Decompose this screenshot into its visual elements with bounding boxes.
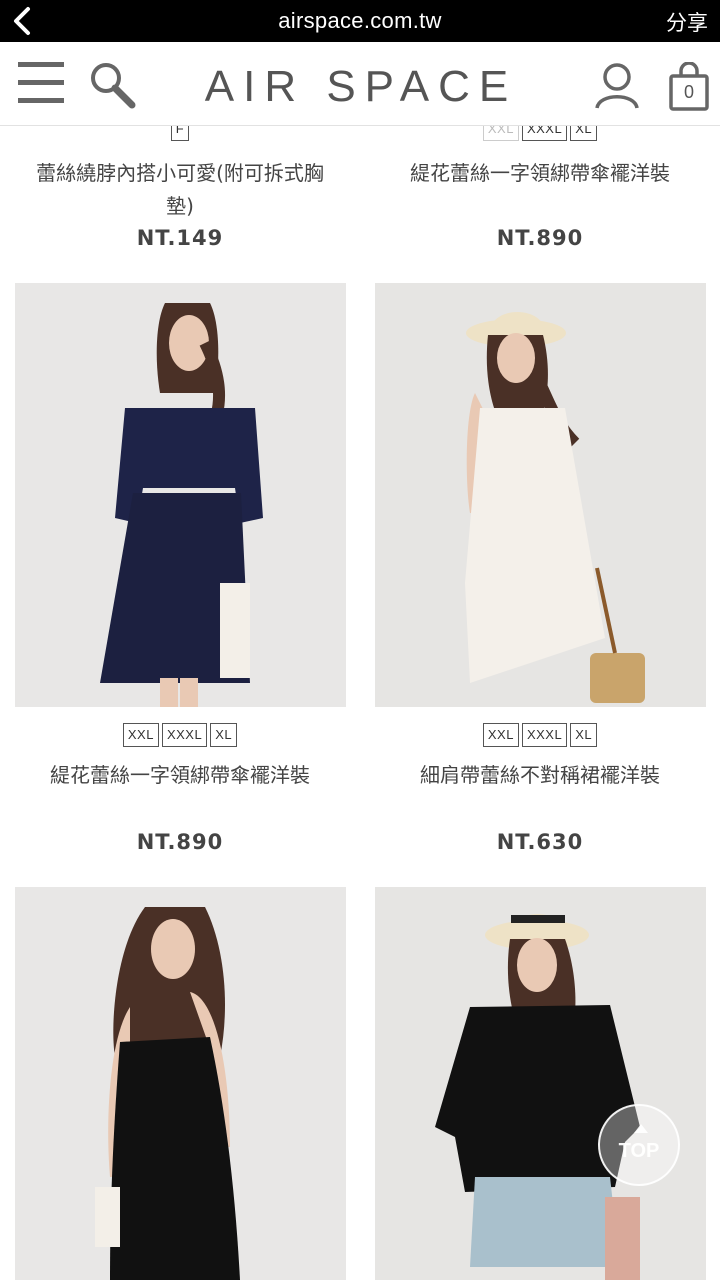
black-top-denim-skirt-photo (375, 887, 706, 1280)
site-logo[interactable]: AIR SPACE (203, 62, 519, 112)
user-icon[interactable] (594, 62, 640, 112)
product-card-info: XXL XXXL XL 細肩帶蕾絲不對稱裙襬洋裝 (375, 723, 705, 792)
size-tag[interactable]: XXL (122, 723, 159, 747)
black-lace-dress-photo (15, 887, 346, 1280)
back-to-top-button[interactable]: TOP (598, 1104, 680, 1186)
product-image[interactable] (375, 887, 706, 1280)
product-price: NT.149 (136, 226, 224, 250)
product-card-info: XXL XXXL XL 緹花蕾絲一字領綁帶傘襬洋裝 (375, 117, 705, 190)
product-price: NT.890 (496, 226, 584, 250)
cart-count-badge: 0 (683, 82, 694, 102)
navy-lace-dress-photo (15, 283, 346, 707)
product-name[interactable]: 細肩帶蕾絲不對稱裙襬洋裝 (375, 759, 705, 792)
up-arrow-icon (634, 1124, 648, 1133)
search-icon[interactable] (88, 60, 138, 110)
product-card-info: F 蕾絲繞脖內搭小可愛(附可拆式胸墊) (15, 117, 345, 223)
size-tags: XXL XXXL XL (15, 723, 345, 749)
white-lace-dress-photo (375, 283, 706, 707)
menu-icon[interactable] (18, 62, 64, 108)
browser-top-bar: airspace.com.tw 分享 (0, 0, 720, 42)
product-name[interactable]: 蕾絲繞脖內搭小可愛(附可拆式胸墊) (15, 157, 345, 223)
size-tag[interactable]: XXXL (521, 723, 568, 747)
size-tag[interactable]: XXXL (161, 723, 208, 747)
url-text[interactable]: airspace.com.tw (0, 8, 720, 34)
size-tag[interactable]: XXL (482, 723, 519, 747)
product-image[interactable] (15, 887, 346, 1280)
back-to-top-label: TOP (618, 1140, 660, 1162)
share-button[interactable]: 分享 (666, 7, 708, 37)
product-image[interactable] (15, 283, 346, 707)
product-card-info: XXL XXXL XL 緹花蕾絲一字領綁帶傘襬洋裝 (15, 723, 345, 792)
size-tag[interactable]: XL (570, 723, 598, 747)
size-tag[interactable]: XL (210, 723, 238, 747)
product-name[interactable]: 緹花蕾絲一字領綁帶傘襬洋裝 (375, 157, 705, 190)
product-name[interactable]: 緹花蕾絲一字領綁帶傘襬洋裝 (15, 759, 345, 792)
product-price: NT.630 (496, 830, 584, 854)
cart-button[interactable]: 0 (668, 61, 710, 112)
product-price: NT.890 (136, 830, 224, 854)
site-header: AIR SPACE 0 (0, 42, 720, 126)
size-tags: XXL XXXL XL (375, 723, 705, 749)
product-image[interactable] (375, 283, 706, 707)
